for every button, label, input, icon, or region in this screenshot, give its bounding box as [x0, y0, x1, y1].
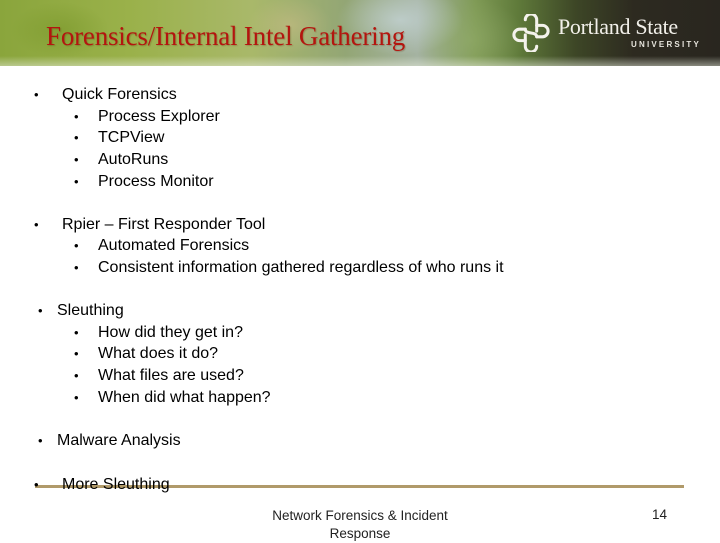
- slide-title: Forensics/Internal Intel Gathering: [46, 21, 406, 51]
- section-heading: More Sleuthing: [62, 476, 170, 493]
- list-item: AutoRuns: [98, 151, 169, 168]
- bullet-icon: •: [34, 87, 39, 102]
- header-fade: [0, 56, 720, 66]
- page-number: 14: [652, 507, 668, 522]
- bullet-icon: •: [74, 346, 79, 361]
- bullet-icon: •: [34, 217, 39, 232]
- university-subtitle: UNIVERSITY: [631, 40, 702, 49]
- bullet-icon: •: [74, 238, 79, 253]
- list-item: How did they get in?: [98, 324, 243, 341]
- list-item: Consistent information gathered regardle…: [98, 259, 504, 276]
- bullet-icon: •: [74, 130, 79, 145]
- bullet-icon: •: [74, 260, 79, 275]
- bullet-icon: •: [34, 477, 39, 492]
- section-heading: Quick Forensics: [62, 86, 177, 103]
- bullet-icon: •: [38, 433, 43, 448]
- bullet-icon: •: [74, 390, 79, 405]
- section-heading: Sleuthing: [57, 302, 124, 319]
- bullet-icon: •: [74, 174, 79, 189]
- list-item: Process Monitor: [98, 173, 214, 190]
- section-heading: Malware Analysis: [57, 432, 181, 449]
- bullet-icon: •: [74, 152, 79, 167]
- psu-knot-icon: [512, 14, 550, 52]
- list-item: What does it do?: [98, 345, 219, 362]
- list-item: TCPView: [98, 129, 165, 146]
- section-heading: Rpier – First Responder Tool: [62, 216, 266, 233]
- footer-course-title: Network Forensics & Incident Response: [272, 508, 448, 541]
- university-name: Portland State: [558, 14, 678, 39]
- list-item: Process Explorer: [98, 108, 220, 125]
- bullet-icon: •: [74, 325, 79, 340]
- list-item: When did what happen?: [98, 389, 271, 406]
- bullet-icon: •: [74, 109, 79, 124]
- bullet-icon: •: [38, 303, 43, 318]
- list-item: Automated Forensics: [98, 237, 250, 254]
- bullet-icon: •: [74, 368, 79, 383]
- list-item: What files are used?: [98, 367, 244, 384]
